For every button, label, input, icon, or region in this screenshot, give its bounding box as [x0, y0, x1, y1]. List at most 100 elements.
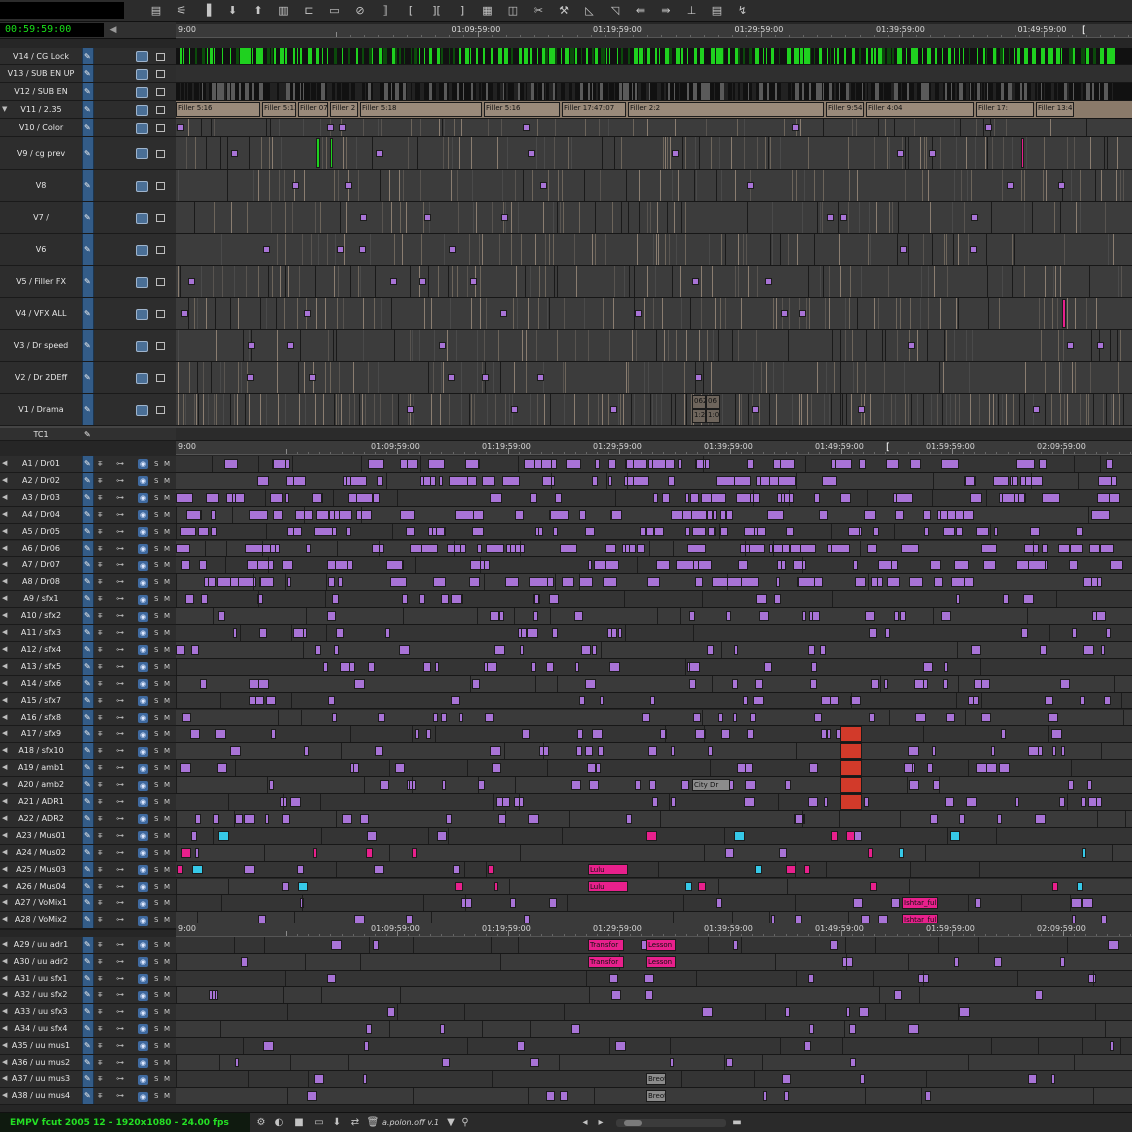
step-forward-icon[interactable]: ▸ [594, 1115, 608, 1131]
clip-sliver[interactable] [1093, 48, 1096, 64]
audio-clip[interactable] [1110, 1040, 1114, 1051]
audio-clip[interactable] [200, 678, 207, 689]
clip-sliver[interactable] [959, 48, 960, 64]
track-name[interactable]: V12 / SUB EN [2, 87, 80, 96]
clip-sliver[interactable] [827, 48, 828, 64]
clip-sliver[interactable] [986, 48, 987, 64]
clip-sliver[interactable] [365, 83, 366, 100]
track-monitor-icon[interactable] [156, 70, 165, 78]
waveform-icon[interactable]: ⩨ [98, 940, 103, 950]
effects-icon[interactable]: ⚒ [554, 2, 574, 19]
audio-clip[interactable] [625, 543, 630, 554]
track-name[interactable]: V7 / [2, 213, 80, 222]
audio-clip[interactable] [804, 1040, 811, 1051]
solo-button[interactable]: S [154, 1025, 158, 1033]
audio-clip[interactable] [734, 830, 745, 841]
clip-sliver[interactable] [784, 83, 788, 100]
audio-monitor-button[interactable]: ◉ [138, 940, 148, 951]
audio-clip[interactable] [505, 577, 519, 588]
audio-monitor-button[interactable]: ◉ [138, 729, 148, 740]
dropdown-icon[interactable]: ▼ [444, 1115, 458, 1131]
mute-button[interactable]: M [164, 730, 170, 738]
audio-clip[interactable] [891, 898, 900, 909]
audio-clip[interactable] [782, 543, 790, 554]
audio-track-lane[interactable] [176, 1054, 1132, 1072]
track-name[interactable]: A13 / sfx5 [2, 662, 80, 671]
audio-clip[interactable] [975, 898, 981, 909]
clip-sliver[interactable] [1024, 48, 1028, 64]
record-track-pencil-icon[interactable]: ✎ [84, 430, 91, 439]
clip-sliver[interactable] [703, 48, 704, 64]
effect-marker[interactable] [327, 124, 334, 131]
audio-clip[interactable] [871, 678, 879, 689]
audio-track-lane[interactable] [176, 827, 1132, 845]
track-name[interactable]: A22 / ADR2 [2, 814, 80, 823]
audio-clip[interactable] [555, 492, 562, 503]
clip-sliver[interactable] [752, 83, 756, 100]
audio-clip[interactable] [734, 644, 738, 655]
clip-sliver[interactable] [293, 83, 295, 100]
effect-marker[interactable] [929, 149, 936, 157]
clip-sliver[interactable] [342, 48, 343, 64]
clip-sliver[interactable] [927, 83, 929, 100]
clip-sliver[interactable] [1041, 83, 1042, 100]
audio-monitor-button[interactable]: ◉ [138, 510, 148, 521]
clip-sliver[interactable] [668, 83, 670, 100]
clip-sliver[interactable] [524, 83, 526, 100]
audio-clip[interactable] [592, 644, 597, 655]
clip-sliver[interactable] [214, 48, 215, 64]
clip-sliver[interactable] [180, 83, 181, 100]
audio-clip[interactable] [767, 509, 784, 520]
audio-clip[interactable] [442, 1057, 450, 1068]
clip-sliver[interactable] [708, 83, 710, 100]
clip-sliver[interactable] [184, 83, 185, 100]
effect-marker[interactable] [908, 342, 915, 349]
mute-button[interactable]: M [164, 714, 170, 722]
audio-clip[interactable] [465, 459, 479, 469]
clip-sliver[interactable] [981, 83, 982, 100]
clip-sliver[interactable] [189, 48, 190, 64]
clip-sliver[interactable] [775, 83, 777, 100]
audio-clip[interactable] [927, 763, 933, 774]
clip-sliver[interactable] [481, 83, 482, 100]
audio-clip[interactable] [1051, 1074, 1055, 1085]
mute-button[interactable]: M [164, 991, 170, 999]
audio-clip[interactable] [726, 611, 731, 621]
audio-clip[interactable] [410, 543, 422, 554]
record-track-pencil-icon[interactable]: ✎ [84, 831, 91, 840]
clip-sliver[interactable] [362, 48, 364, 64]
track-name[interactable]: A9 / sfx1 [2, 594, 80, 603]
video-track-lane[interactable] [176, 202, 1132, 234]
mute-button[interactable]: M [164, 697, 170, 705]
clip-sliver[interactable] [449, 48, 450, 64]
audio-clip[interactable] [635, 780, 641, 790]
clip-sliver[interactable] [537, 48, 538, 64]
mute-button[interactable]: M [164, 958, 170, 966]
audio-clip[interactable] [338, 577, 343, 588]
audio-clip[interactable] [798, 577, 815, 588]
audio-keyframe-icon[interactable]: ⊶ [116, 1091, 124, 1100]
effect-marker[interactable] [231, 149, 238, 157]
solo-button[interactable]: S [154, 1042, 158, 1050]
timeline-clip[interactable]: Filler 17: [976, 102, 1034, 117]
audio-clip[interactable] [258, 678, 269, 689]
clip-sliver[interactable] [977, 48, 978, 64]
audio-keyframe-icon[interactable]: ⊶ [116, 974, 124, 983]
clip-sliver[interactable] [809, 83, 811, 100]
clip-sliver[interactable] [837, 48, 839, 64]
audio-clip[interactable] [386, 560, 403, 571]
audio-clip[interactable] [390, 577, 407, 588]
clip-sliver[interactable] [308, 48, 312, 64]
track-monitor-icon[interactable] [156, 246, 165, 254]
solo-button[interactable]: S [154, 764, 158, 772]
clip-sliver[interactable] [327, 48, 328, 64]
clip-sliver[interactable] [429, 48, 432, 64]
audio-clip[interactable] [459, 712, 463, 723]
timeline-clip[interactable]: Lesson [646, 955, 676, 968]
audio-clip[interactable] [282, 813, 290, 824]
audio-clip[interactable] [334, 644, 339, 655]
track-name[interactable]: A17 / sfx9 [2, 729, 80, 738]
audio-clip[interactable] [930, 813, 938, 824]
audio-clip[interactable] [626, 813, 632, 824]
audio-clip[interactable] [592, 729, 603, 740]
